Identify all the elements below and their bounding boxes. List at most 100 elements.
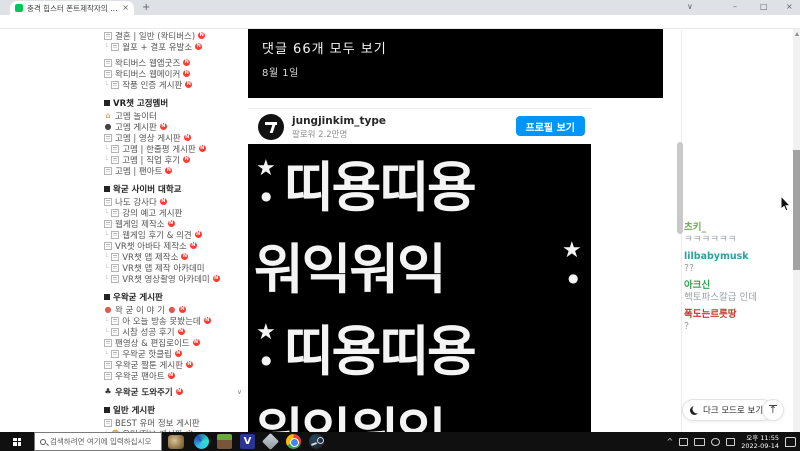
- scrollbar-up-arrow[interactable]: [795, 32, 799, 36]
- sidebar-item[interactable]: 고멤 | 영상 게시판 N: [104, 132, 246, 144]
- section-header-label: 일반 게시판: [113, 405, 156, 416]
- sidebar-item[interactable]: BEST 유머 정보 게시판: [104, 417, 246, 429]
- chat-username: 폭도는르릇땅: [684, 309, 737, 320]
- scroll-top-icon: ↑: [768, 404, 778, 416]
- sidebar-item[interactable]: 나도 강사다 N: [104, 196, 246, 208]
- scroll-to-top-button[interactable]: ↑: [762, 399, 784, 421]
- tree-elbow-icon: └: [104, 274, 109, 283]
- board-icon: [111, 316, 120, 325]
- notification-center-icon[interactable]: [785, 436, 796, 447]
- browser-tab-strip: 충격 힙스터 폰트제작자의 확장 × + ∨ – □ ×: [0, 0, 800, 15]
- sidebar-item[interactable]: 결혼 | 일반 (왁티버스) N: [104, 30, 246, 42]
- v-app-icon[interactable]: V: [240, 434, 255, 449]
- minecraft-icon[interactable]: [217, 434, 232, 449]
- window-maximize-button[interactable]: □: [760, 2, 768, 11]
- profile-view-button[interactable]: 프로필 보기: [515, 116, 585, 136]
- sidebar-item[interactable]: ⌂ 고멤 놀이터: [104, 110, 246, 122]
- taskbar-clock[interactable]: 오후 11:55 2022-09-14: [741, 434, 779, 450]
- tray-settings-icon[interactable]: [711, 437, 721, 446]
- chat-username: lilbabymusk: [684, 251, 749, 262]
- sidebar-item-label: 우왁굳 도와주기: [115, 387, 173, 398]
- sidebar-item[interactable]: └ 강의 예고 게시판: [104, 207, 246, 219]
- chat-message: 폭도는르릇땅?: [684, 309, 790, 332]
- sidebar-item[interactable]: └ 고멤 | 한줄평 게시판 N: [104, 143, 246, 155]
- sidebar-item[interactable]: 왁티버스 웹메이커 N: [104, 68, 246, 80]
- windows-logo-icon: [13, 437, 21, 446]
- steam-icon[interactable]: [309, 434, 324, 449]
- chat-username: 아크신: [684, 280, 711, 291]
- house-icon: ⌂: [105, 110, 111, 120]
- sidebar-item[interactable]: VR챗 아바타 제작소 N: [104, 240, 246, 252]
- tab-close-icon[interactable]: ×: [122, 4, 129, 12]
- office-icon[interactable]: [262, 433, 279, 450]
- animal-picture-icon[interactable]: [168, 434, 184, 449]
- board-icon: [104, 360, 112, 369]
- tree-elbow-icon: └: [104, 252, 109, 261]
- sidebar-item[interactable]: ♣ 우왁굳 도와주기 N ∨: [104, 386, 246, 398]
- sidebar-item[interactable]: └ 시참 성공 후기 N: [104, 326, 246, 338]
- sidebar-item[interactable]: └ 아 오늘 방송 못봤는데 N: [104, 315, 246, 327]
- new-post-badge: N: [167, 220, 175, 227]
- board-icon: [111, 327, 120, 336]
- sidebar-item[interactable]: 우왁굳 팬아트 N: [104, 370, 246, 382]
- sidebar-item[interactable]: └ 작품 인증 게시판 N: [104, 79, 246, 91]
- section-bullet-icon: [104, 99, 110, 106]
- sidebar-item[interactable]: ● 고멤 게시판 N: [104, 121, 246, 133]
- new-post-badge: N: [189, 242, 197, 249]
- embed-avatar[interactable]: [258, 114, 284, 140]
- sidebar-item[interactable]: 고멤 | 팬아트 N: [104, 165, 246, 177]
- dark-mode-button[interactable]: 다크 모드로 보기: [682, 399, 774, 421]
- sidebar-item[interactable]: └ VR챗 영상촬영 아카데미 N: [104, 273, 246, 285]
- sidebar-item[interactable]: └ 우왁굳 핫클립 N: [104, 348, 246, 360]
- tree-elbow-icon: └: [104, 155, 109, 164]
- sidebar-item[interactable]: 우왁굳 짤툰 게시판 N: [104, 359, 246, 371]
- typography-row: 띠용띠용: [284, 156, 477, 219]
- dark-mode-label: 다크 모드로 보기: [703, 406, 764, 416]
- new-post-badge: N: [159, 123, 167, 130]
- taskbar-search-box[interactable]: 검색하려면 여기에 입력하십시오: [34, 432, 162, 451]
- tree-elbow-icon: └: [104, 349, 109, 358]
- window-close-button[interactable]: ×: [786, 2, 793, 11]
- window-minimize-button[interactable]: –: [733, 2, 737, 11]
- new-post-badge: N: [185, 81, 193, 88]
- typography-image[interactable]: ★ ● 띠용띠용 워익워익 ★ ● ★ ● 띠용띠용 워익워익: [248, 144, 591, 432]
- start-button[interactable]: [0, 432, 34, 451]
- board-icon: [104, 69, 112, 78]
- windows-taskbar: 검색하려면 여기에 입력하십시오 V ^ 오후 11:55 2022-09-14: [0, 432, 800, 451]
- taskbar-app-icons: V: [194, 433, 324, 450]
- sidebar-item[interactable]: 팬영상 & 편집로이드 N: [104, 337, 246, 349]
- new-post-badge: N: [185, 361, 193, 368]
- chrome-icon[interactable]: [286, 434, 301, 449]
- sidebar-item[interactable]: ● 왁 굳 이 야 기 ● N: [104, 304, 246, 316]
- clock-time: 오후 11:55: [746, 433, 779, 442]
- tab-search-icon[interactable]: ∨: [687, 2, 693, 11]
- new-post-badge: N: [183, 70, 191, 77]
- edge-icon[interactable]: [194, 434, 209, 449]
- new-post-badge: N: [192, 339, 200, 346]
- board-icon: [111, 252, 120, 261]
- new-tab-button[interactable]: +: [142, 2, 150, 13]
- sidebar-item[interactable]: 웹게임 제작소 N: [104, 218, 246, 230]
- sidebar-item[interactable]: └ VR챗 맵 제작 아카데미: [104, 262, 246, 274]
- sidebar-item[interactable]: 왁티버스 웹앱굿즈 N: [104, 57, 246, 69]
- fire-icon: ●: [168, 304, 176, 314]
- sidebar-item[interactable]: └ VR챗 맵 제작소 N: [104, 251, 246, 263]
- chat-message: lilbabymusk??: [684, 251, 790, 274]
- sidebar-item[interactable]: └ 고멤 | 직업 후기 N: [104, 154, 246, 166]
- tray-keyboard-icon[interactable]: [694, 437, 706, 446]
- tree-elbow-icon: └: [104, 144, 109, 153]
- tree-elbow-icon: └: [104, 42, 109, 51]
- dot-decoration: ●: [261, 189, 272, 203]
- chevron-down-icon[interactable]: ∨: [237, 388, 242, 396]
- sidebar-item[interactable]: └ 월포 + 결포 유발소 N: [104, 41, 246, 53]
- inner-scrollbar-thumb[interactable]: [677, 142, 683, 234]
- page-scrollbar-thumb[interactable]: [793, 150, 800, 270]
- tray-device-icon[interactable]: [679, 437, 689, 446]
- browser-tab[interactable]: 충격 힙스터 폰트제작자의 확장 ×: [10, 1, 134, 15]
- embed-username[interactable]: jungjinkim_type: [292, 115, 386, 127]
- sidebar-item-label: VR챗 영상촬영 아카데미: [122, 274, 210, 285]
- view-all-comments-link[interactable]: 댓글 66개 모두 보기: [262, 38, 387, 57]
- tray-app-icon[interactable]: [726, 437, 736, 446]
- sidebar-item[interactable]: └ 웹게임 후기 & 의견 N: [104, 229, 246, 241]
- tray-expand-icon[interactable]: ^: [667, 437, 674, 446]
